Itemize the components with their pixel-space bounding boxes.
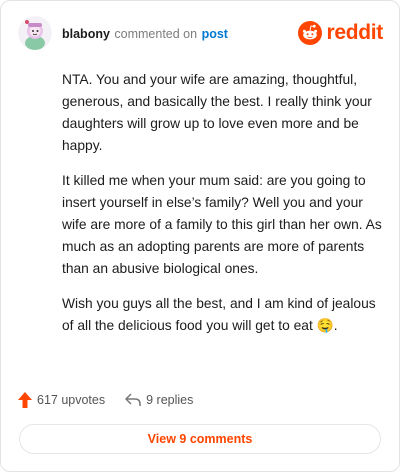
comment-body: NTA. You and your wife are amazing, thou… [62, 69, 382, 350]
comment-paragraph: Wish you guys all the best, and I am kin… [62, 296, 376, 333]
view-comments-button[interactable]: View 9 comments [19, 424, 381, 454]
upvote-count: 617 upvotes [37, 393, 106, 407]
reply-button[interactable]: 9 replies [125, 393, 193, 407]
reddit-logo[interactable]: reddit [298, 18, 383, 48]
comment-footer: 617 upvotes 9 replies [18, 390, 213, 410]
avatar[interactable] [18, 16, 52, 50]
post-link[interactable]: post [202, 27, 228, 41]
upvote-arrow-icon [18, 392, 32, 408]
comment-meta: blabony commented on post [62, 27, 228, 41]
reply-arrow-icon [125, 393, 141, 406]
comment-card: blabony commented on post reddit NTA. Yo… [0, 0, 400, 472]
comment-header: blabony commented on post reddit [18, 16, 385, 52]
upvote-button[interactable]: 617 upvotes [18, 392, 105, 408]
reddit-wordmark: reddit [326, 21, 383, 44]
reply-count: 9 replies [146, 393, 194, 407]
reddit-snoo-icon [298, 21, 323, 45]
comment-paragraph: It killed me when your mum said: are you… [62, 173, 382, 276]
username[interactable]: blabony [62, 27, 110, 41]
comment-paragraph: NTA. You and your wife are amazing, thou… [62, 72, 372, 153]
action-text: commented on [114, 27, 198, 41]
